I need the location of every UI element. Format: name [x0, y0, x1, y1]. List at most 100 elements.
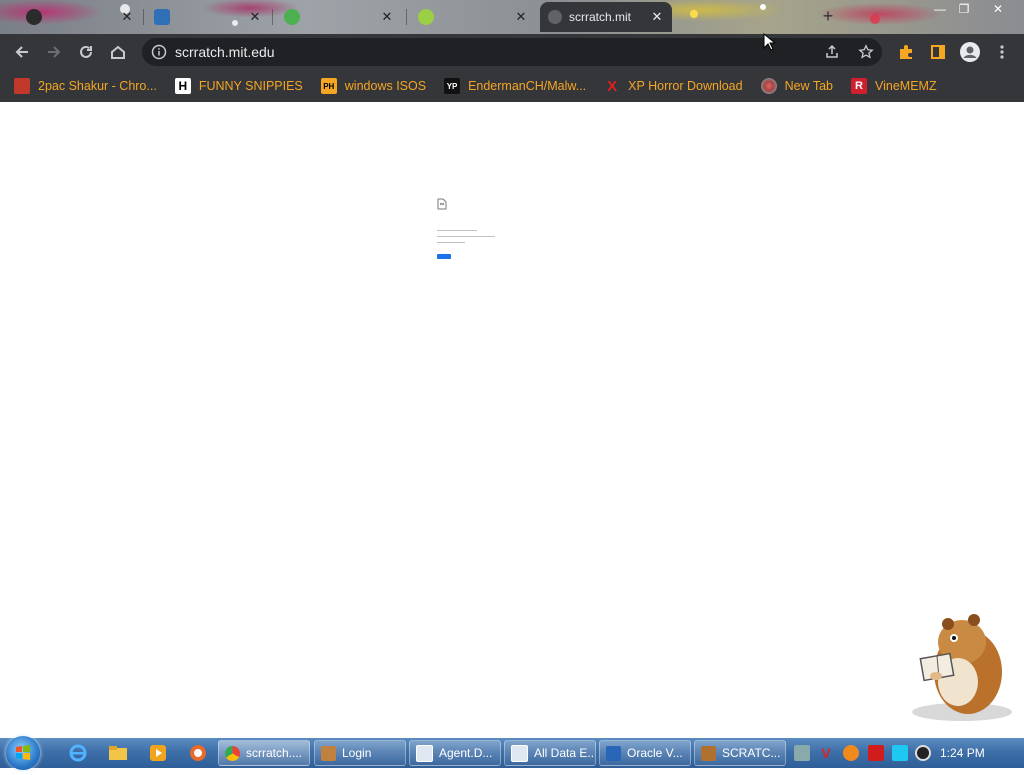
back-button[interactable]: [8, 38, 36, 66]
yp-logo-icon: YP: [444, 78, 461, 94]
bookmark-label: EndermanCH/Malw...: [468, 79, 587, 93]
tab-strip: ✕ ✕ ✕ ✕ scrratch.mit ✕ + — ❐ ✕: [0, 0, 1024, 34]
taskbar-item-label: All Data E...: [534, 746, 596, 760]
arrow-left-icon: [15, 46, 28, 58]
minimize-button[interactable]: —: [928, 1, 952, 17]
error-text-line: [437, 236, 495, 237]
taskbar: scrratch.... Login Agent.D... All Data E…: [0, 736, 1024, 770]
new-tab-button[interactable]: +: [818, 6, 838, 26]
scratch-icon: [418, 9, 434, 25]
volume-icon[interactable]: [915, 745, 931, 761]
taskbar-item-label: Agent.D...: [439, 746, 493, 760]
app-icon: [321, 745, 336, 761]
browser-toolbar: scrratch.mit.edu: [0, 34, 1024, 70]
forward-button[interactable]: [40, 38, 68, 66]
bookmark-label: XP Horror Download: [628, 79, 743, 93]
menu-button[interactable]: [988, 38, 1016, 66]
side-panel-icon: [931, 45, 945, 59]
close-icon[interactable]: ✕: [120, 9, 134, 25]
bookmark-icon: [14, 78, 30, 94]
taskbar-item-label: scrratch....: [246, 746, 303, 760]
bookmark-label: VineMEMZ: [875, 79, 937, 93]
h-logo-icon: H: [174, 78, 191, 94]
window-icon: [511, 744, 528, 762]
tab-separator: [143, 9, 144, 25]
tab-active[interactable]: scrratch.mit ✕: [540, 2, 672, 32]
app-shortcut-icon[interactable]: [188, 743, 208, 763]
home-icon: [111, 45, 125, 59]
reload-icon: [80, 45, 92, 58]
kebab-menu-icon: [1000, 45, 1004, 59]
flag-icon[interactable]: [868, 745, 884, 761]
taskbar-item-label: SCRATC...: [722, 746, 781, 760]
url-text[interactable]: scrratch.mit.edu: [175, 44, 275, 60]
share-icon[interactable]: [824, 44, 840, 60]
taskbar-item-all-data[interactable]: All Data E...: [504, 740, 596, 766]
network-icon[interactable]: [892, 745, 908, 761]
file-explorer-icon[interactable]: [108, 743, 128, 763]
theme-decoration: [870, 14, 880, 24]
error-text-line: [437, 242, 465, 243]
bookmark-item[interactable]: R VineMEMZ: [843, 73, 945, 99]
tab-1[interactable]: ✕: [18, 2, 142, 32]
r-logo-icon: R: [851, 78, 867, 94]
close-window-button[interactable]: ✕: [986, 1, 1010, 17]
github-icon: [26, 9, 42, 25]
start-button[interactable]: [6, 736, 40, 770]
internet-explorer-icon[interactable]: [68, 743, 88, 763]
tab-separator: [406, 9, 407, 25]
tool-icon: [701, 745, 716, 761]
bookmark-label: FUNNY SNIPPIES: [198, 79, 303, 93]
taskbar-item-label: Oracle V...: [627, 746, 683, 760]
close-icon[interactable]: ✕: [514, 9, 528, 25]
reload-button[interactable]: [72, 38, 100, 66]
tab-2[interactable]: ✕: [146, 2, 270, 32]
v-logo-icon[interactable]: V: [818, 745, 834, 761]
info-icon[interactable]: [151, 44, 167, 60]
bookmark-item[interactable]: PH windows ISOS: [313, 73, 434, 99]
virtualbox-icon: [606, 745, 621, 761]
side-panel-button[interactable]: [924, 38, 952, 66]
home-button[interactable]: [104, 38, 132, 66]
bookmark-label: New Tab: [784, 79, 833, 93]
close-icon[interactable]: ✕: [380, 9, 394, 25]
profile-button[interactable]: [956, 38, 984, 66]
page-icon: [548, 10, 562, 24]
taskbar-item-scratch[interactable]: SCRATC...: [694, 740, 786, 766]
tab-title: scrratch.mit: [569, 10, 632, 24]
taskbar-item-label: Login: [342, 746, 372, 760]
theme-decoration: [760, 4, 766, 10]
x-logo-icon: X: [607, 77, 618, 95]
tab-4[interactable]: ✕: [410, 2, 536, 32]
search-tray-icon[interactable]: [843, 745, 859, 761]
arrow-right-icon: [48, 46, 61, 58]
error-text-line: [437, 230, 477, 231]
media-player-icon[interactable]: [148, 743, 168, 763]
bookmark-item[interactable]: YP EndermanCH/Malw...: [436, 73, 594, 99]
bookmark-item[interactable]: X XP Horror Download: [596, 73, 750, 99]
bookmark-item[interactable]: New Tab: [753, 73, 841, 99]
bookmark-item[interactable]: H FUNNY SNIPPIES: [167, 73, 311, 99]
restore-button[interactable]: ❐: [952, 1, 976, 17]
bookmark-label: 2pac Shakur - Chro...: [38, 79, 157, 93]
mouse-cursor-icon: [763, 33, 775, 51]
bookmark-label: windows ISOS: [344, 79, 427, 93]
close-icon[interactable]: ✕: [248, 9, 262, 25]
taskbar-item-oracle[interactable]: Oracle V...: [599, 740, 691, 766]
tray-app-icon[interactable]: [794, 745, 810, 761]
window-icon: [416, 744, 433, 762]
bookmark-item[interactable]: 2pac Shakur - Chro...: [6, 73, 165, 99]
bookmarks-bar: 2pac Shakur - Chro... H FUNNY SNIPPIES P…: [0, 70, 1024, 102]
taskbar-item-agent[interactable]: Agent.D...: [409, 740, 501, 766]
reload-page-button[interactable]: [437, 254, 451, 259]
taskbar-item-chrome[interactable]: scrratch....: [218, 740, 310, 766]
hamster-mascot[interactable]: [902, 612, 1014, 722]
broken-page-icon: [437, 198, 447, 210]
extensions-button[interactable]: [892, 38, 920, 66]
clock[interactable]: 1:24 PM: [940, 746, 985, 760]
tab-3[interactable]: ✕: [276, 2, 402, 32]
star-icon[interactable]: [858, 44, 874, 60]
puzzle-icon: [900, 45, 912, 59]
taskbar-item-login[interactable]: Login: [314, 740, 406, 766]
close-icon[interactable]: ✕: [650, 9, 664, 25]
